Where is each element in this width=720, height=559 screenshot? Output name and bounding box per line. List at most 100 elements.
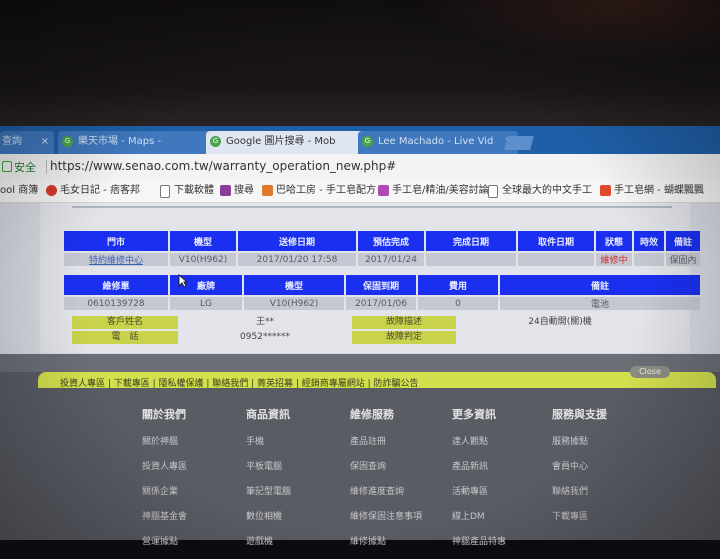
tab-favicon-icon: G [62, 136, 73, 147]
footer-column-products: 商品資訊 手機 平板電腦 筆記型電腦 數位相機 遊戲機 [246, 406, 291, 559]
bookmark-item[interactable]: 搜尋 [220, 183, 254, 199]
footer-heading: 商品資訊 [246, 408, 290, 421]
footer-link[interactable]: 關於神腦 [142, 434, 187, 447]
tab-label: Lee Machado - Live Vid [378, 136, 494, 147]
footer-link[interactable]: 活動專區 [452, 484, 506, 497]
bookmark-label: 全球最大的中文手工 [502, 185, 592, 196]
table-cell: V10(H962) [170, 253, 236, 266]
table-cell: V10(H962) [244, 297, 344, 310]
footer-link[interactable]: 關係企業 [142, 484, 187, 497]
tab-warranty-query[interactable]: 查詢 × [0, 131, 54, 154]
column-header: 取件日期 [518, 231, 594, 251]
lock-icon [2, 161, 12, 172]
column-header: 備註 [500, 275, 700, 295]
footer-link[interactable]: 達人觀點 [452, 434, 506, 447]
bookmark-item[interactable]: 手工皂/精油/美容討論 [378, 183, 489, 199]
screen-glare [420, 0, 720, 60]
document-icon [160, 185, 170, 198]
bookmark-label: 手工皂/精油/美容討論 [392, 185, 489, 196]
repair-detail-table: 維修單 廠牌 機型 保固到期 費用 備註 0610139728 LG V10(H… [62, 273, 702, 312]
bookmarks-bar: ool 商簿 毛女日記 - 痞客邦 下載軟體 搜尋 巴哈工房 - 手工皂配方 手… [0, 180, 720, 203]
customer-name-label: 客戶姓名 [72, 316, 178, 329]
footer-link[interactable]: 投資人專區 [142, 459, 187, 472]
footer-link[interactable]: 產品新訊 [452, 459, 506, 472]
column-header: 時效 [634, 231, 664, 251]
footer-link[interactable]: 聯絡我們 [552, 484, 607, 497]
table-cell: 0 [418, 297, 498, 310]
tab-label: 查詢 [2, 136, 22, 147]
column-header: 機型 [244, 275, 344, 295]
bookmark-favicon-icon [378, 185, 389, 196]
footer-link[interactable]: 保固查詢 [350, 459, 422, 472]
tab-live-video[interactable]: G Lee Machado - Live Vid × [358, 131, 518, 154]
footer-link[interactable]: 下載專區 [552, 509, 607, 522]
grid-icon [220, 185, 231, 196]
bookmark-label: 搜尋 [234, 185, 254, 196]
footer-link[interactable]: 維修進度查詢 [350, 484, 422, 497]
tab-favicon-icon: G [210, 136, 221, 147]
table-row: 特約維修中心 V10(H962) 2017/01/20 17:58 2017/0… [64, 253, 700, 266]
footer-column-about: 關於我們 關於神腦 投資人專區 關係企業 神腦基金會 營運據點 [142, 406, 187, 559]
footer-link[interactable]: 會員中心 [552, 459, 607, 472]
bookmark-label: 下載軟體 [174, 185, 214, 196]
column-header: 門市 [64, 231, 168, 251]
table-header-row: 門市 機型 送修日期 預估完成 完成日期 取件日期 狀態 時效 備註 [64, 231, 700, 251]
table-cell: 2017/01/24 [358, 253, 424, 266]
fault-description-value: 24自動開(關)機 [528, 317, 592, 327]
footer-link[interactable]: 筆記型電腦 [246, 484, 291, 497]
column-header: 維修單 [64, 275, 168, 295]
footer-link[interactable]: 維修保固注意事項 [350, 509, 422, 522]
bookmark-item[interactable]: 下載軟體 [160, 183, 214, 199]
address-bar: 安全 [0, 154, 720, 181]
footer-link[interactable]: 神腦產品特惠 [452, 534, 506, 547]
address-divider [46, 160, 47, 174]
footer-link[interactable]: 神腦基金會 [142, 509, 187, 522]
repair-status-table: 門市 機型 送修日期 預估完成 完成日期 取件日期 狀態 時效 備註 特約維修中… [62, 229, 702, 268]
card-divider [72, 206, 672, 208]
column-header: 預估完成 [358, 231, 424, 251]
tab-google-image-search[interactable]: G Google 圖片搜尋 - Mob × [206, 131, 372, 154]
url-input[interactable] [50, 157, 570, 175]
column-header: 費用 [418, 275, 498, 295]
phone-label: 電 話 [72, 331, 178, 344]
tab-maps[interactable]: G 樂天市場 - Maps - × [58, 131, 218, 154]
footer-link[interactable]: 維修據點 [350, 534, 422, 547]
footer-link[interactable]: 線上DM [452, 509, 506, 522]
footer-links[interactable]: 投資人專區 | 下載專區 | 隱私權保護 | 聯絡我們 | 菁英招募 | 經銷商… [60, 376, 419, 389]
tab-strip: 查詢 × G 樂天市場 - Maps - × G Google 圖片搜尋 - M… [0, 126, 720, 154]
footer-link[interactable]: 遊戲機 [246, 534, 291, 547]
table-cell [634, 253, 664, 266]
footer-heading: 更多資訊 [452, 408, 496, 421]
table-cell [518, 253, 594, 266]
footer-heading: 維修服務 [350, 408, 394, 421]
footer-column-repair: 維修服務 產品註冊 保固查詢 維修進度查詢 維修保固注意事項 維修據點 [350, 406, 422, 559]
column-header: 狀態 [596, 231, 632, 251]
footer-link[interactable]: 產品註冊 [350, 434, 422, 447]
bookmark-favicon-icon [600, 185, 611, 196]
footer-heading: 關於我們 [142, 408, 186, 421]
bookmark-item[interactable]: ool 商簿 [0, 183, 38, 199]
bookmark-favicon-icon [46, 185, 57, 196]
bookmark-item[interactable]: 全球最大的中文手工 [488, 183, 592, 199]
tab-close-icon[interactable]: × [41, 131, 49, 153]
close-button[interactable]: Close [630, 366, 670, 378]
table-cell: 保固內 [666, 253, 700, 266]
footer-link[interactable]: 平板電腦 [246, 459, 291, 472]
bookmark-label: 手工皂網 - 蝴蝶飄飄 [614, 185, 704, 196]
bookmark-item[interactable]: 毛女日記 - 痞客邦 [46, 183, 140, 199]
store-link[interactable]: 特約維修中心 [64, 253, 168, 266]
new-tab-button[interactable] [504, 136, 534, 150]
table-cell: 0610139728 [64, 297, 168, 310]
table-row: 0610139728 LG V10(H962) 2017/01/06 0 電池 [64, 297, 700, 310]
footer-column-more-info: 更多資訊 達人觀點 產品新訊 活動專區 線上DM 神腦產品特惠 [452, 406, 506, 559]
bookmark-item[interactable]: 巴哈工房 - 手工皂配方 [262, 183, 376, 199]
status-cell: 維修中 [596, 253, 632, 266]
bookmark-item[interactable]: 手工皂網 - 蝴蝶飄飄 [600, 183, 704, 199]
table-cell: LG [170, 297, 242, 310]
document-icon [488, 185, 498, 198]
table-header-row: 維修單 廠牌 機型 保固到期 費用 備註 [64, 275, 700, 295]
footer-link[interactable]: 手機 [246, 434, 291, 447]
footer-link[interactable]: 服務據點 [552, 434, 607, 447]
footer-link[interactable]: 營運據點 [142, 534, 187, 547]
footer-link[interactable]: 數位相機 [246, 509, 291, 522]
